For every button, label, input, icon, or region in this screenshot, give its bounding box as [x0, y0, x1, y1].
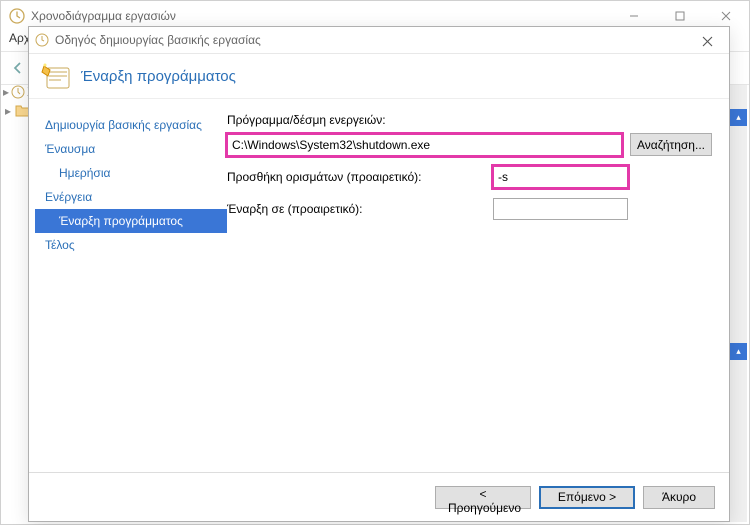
add-arguments-input[interactable]	[493, 166, 628, 188]
task-header-icon	[41, 60, 73, 92]
cancel-button[interactable]: Άκυρο	[643, 486, 715, 509]
close-button[interactable]	[691, 31, 723, 51]
back-button[interactable]: < Προηγούμενο	[435, 486, 531, 509]
clock-icon	[11, 85, 25, 99]
nav-trigger[interactable]: Έναυσμα	[35, 137, 227, 161]
browse-button[interactable]: Αναζήτηση...	[630, 133, 712, 156]
scroll-up-icon[interactable]: ▴	[730, 343, 747, 360]
start-in-input[interactable]	[493, 198, 628, 220]
create-basic-task-wizard: Οδηγός δημιουργίας βασικής εργασίας Έναρ…	[28, 26, 730, 522]
right-scrollbar[interactable]: ▴ ▴	[729, 85, 747, 522]
wizard-form: Πρόγραμμα/δέσμη ενεργειών: Αναζήτηση... …	[227, 99, 729, 465]
wizard-footer: < Προηγούμενο Επόμενο > Άκυρο	[29, 472, 729, 521]
nav-finish[interactable]: Τέλος	[35, 233, 227, 257]
program-script-label: Πρόγραμμα/δέσμη ενεργειών:	[227, 113, 715, 127]
back-icon[interactable]	[7, 57, 29, 79]
nav-action[interactable]: Ενέργεια	[35, 185, 227, 209]
wizard-icon	[35, 33, 49, 47]
chevron-right-icon[interactable]: ▸	[3, 85, 9, 99]
wizard-title-text: Οδηγός δημιουργίας βασικής εργασίας	[55, 33, 261, 47]
add-arguments-label: Προσθήκη ορισμάτων (προαιρετικό):	[227, 170, 493, 184]
chevron-right-icon[interactable]: ▸	[3, 104, 13, 118]
start-in-label: Έναρξη σε (προαιρετικό):	[227, 202, 493, 216]
nav-daily[interactable]: Ημερήσια	[35, 161, 227, 185]
wizard-nav: Δημιουργία βασικής εργασίας Έναυσμα Ημερ…	[29, 99, 227, 465]
wizard-page-title: Έναρξη προγράμματος	[81, 68, 236, 85]
nav-create-basic-task[interactable]: Δημιουργία βασικής εργασίας	[35, 113, 227, 137]
next-button[interactable]: Επόμενο >	[539, 486, 635, 509]
clock-icon	[9, 8, 25, 24]
program-script-input[interactable]	[227, 134, 622, 156]
menu-file[interactable]: Αρχ	[9, 31, 30, 45]
parent-title-text: Χρονοδιάγραμμα εργασιών	[31, 9, 176, 23]
wizard-titlebar: Οδηγός δημιουργίας βασικής εργασίας	[29, 27, 729, 54]
scroll-up-icon[interactable]: ▴	[730, 109, 747, 126]
wizard-header: Έναρξη προγράμματος	[29, 54, 729, 99]
nav-start-program[interactable]: Έναρξη προγράμματος	[35, 209, 227, 233]
